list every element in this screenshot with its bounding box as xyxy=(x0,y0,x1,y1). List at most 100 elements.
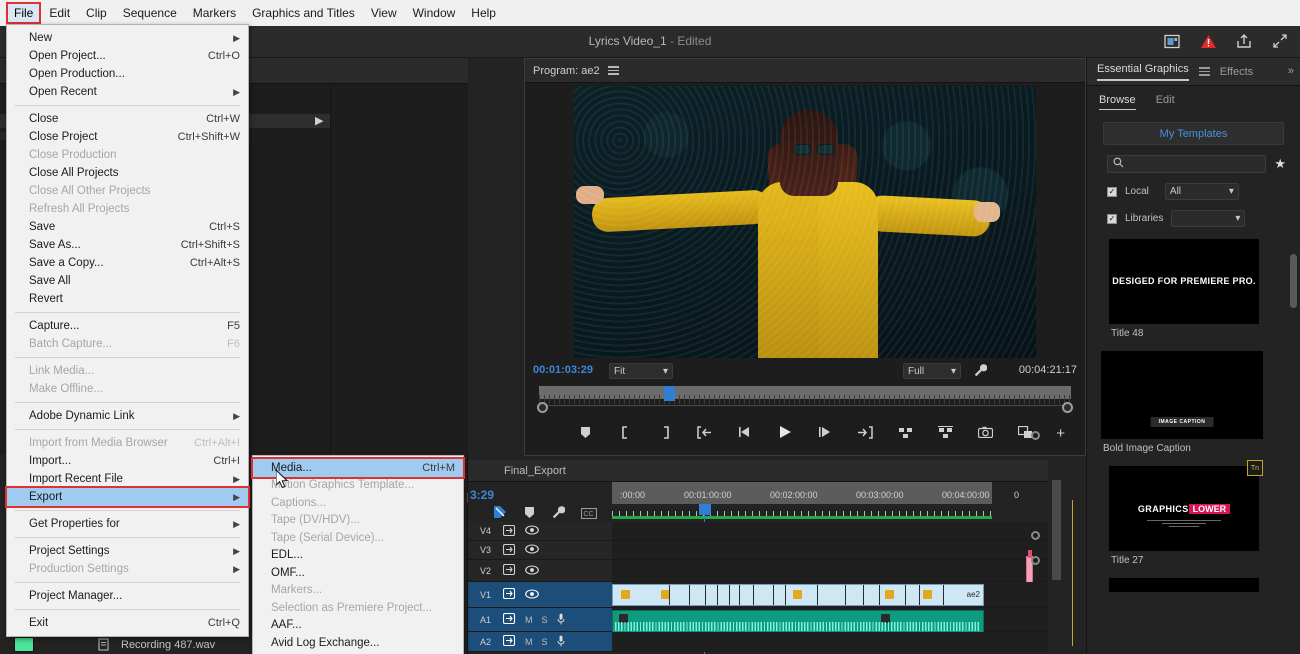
menu-item-clip[interactable]: Clip xyxy=(78,3,115,23)
track-head-v4[interactable]: V4 xyxy=(468,522,612,540)
program-monitor-frame[interactable] xyxy=(574,86,1036,358)
panel-menu-icon[interactable] xyxy=(607,66,619,75)
menu-item-edit[interactable]: Edit xyxy=(41,3,78,23)
tab-sequence-final-export[interactable]: Final_Export xyxy=(504,465,566,477)
duration-timecode[interactable]: 00:04:21:17 xyxy=(1019,364,1077,376)
step-back-icon[interactable] xyxy=(736,423,754,441)
eye-icon[interactable] xyxy=(525,544,539,556)
track-lane-a1[interactable] xyxy=(612,608,1048,634)
resolution-dropdown[interactable]: Full ▾ xyxy=(903,363,961,379)
template-thumbnail[interactable]: DESIGED FOR PREMIERE PRO. xyxy=(1109,239,1259,324)
track-lane-v2[interactable] xyxy=(612,550,1048,586)
star-icon[interactable]: ★ xyxy=(1274,156,1286,172)
targeting-icon[interactable] xyxy=(502,612,516,626)
media-browser-icon[interactable] xyxy=(1162,31,1182,51)
step-forward-icon[interactable] xyxy=(816,423,834,441)
menu-item-markers[interactable]: Markers xyxy=(185,3,244,23)
track-head-a1[interactable]: A1 M S xyxy=(468,608,612,631)
local-filter-select[interactable]: All ▾ xyxy=(1164,183,1239,200)
template-item[interactable]: GRAPHICS LOWER Tn Title 27 xyxy=(1109,460,1278,566)
file-menu-item-close-project[interactable]: Close Project Ctrl+Shift+W xyxy=(7,128,248,146)
mic-icon[interactable] xyxy=(557,635,565,649)
file-menu-item-close-all-projects[interactable]: Close All Projects xyxy=(7,164,248,182)
export-submenu-item-edl[interactable]: EDL... xyxy=(253,547,463,565)
template-item[interactable]: DESIGED FOR PREMIERE PRO. Title 48 xyxy=(1109,239,1278,339)
mic-icon[interactable] xyxy=(557,613,565,627)
share-export-icon[interactable] xyxy=(1234,31,1254,51)
file-menu-item-capture[interactable]: Capture... F5 xyxy=(7,317,248,335)
row-expand-arrow-icon[interactable]: ▶ xyxy=(315,114,323,127)
track-resize-handle[interactable] xyxy=(1031,431,1040,440)
subtab-edit[interactable]: Edit xyxy=(1156,94,1175,110)
file-menu-item-revert[interactable]: Revert xyxy=(7,290,248,308)
file-menu-item-project-settings[interactable]: Project Settings ▶ xyxy=(7,542,248,560)
lift-icon[interactable] xyxy=(896,423,914,441)
button-editor-icon[interactable]: + xyxy=(1056,425,1065,442)
scrubber-handle-left[interactable] xyxy=(537,402,548,413)
template-thumbnail[interactable]: GRAPHICS LOWER Tn xyxy=(1109,460,1263,551)
menu-item-help[interactable]: Help xyxy=(463,3,504,23)
eye-icon[interactable] xyxy=(525,564,539,577)
track-resize-handle[interactable] xyxy=(1031,531,1040,540)
timeline-playhead-timecode[interactable]: 3:29 xyxy=(470,488,494,502)
template-item[interactable] xyxy=(1109,578,1278,592)
mark-in-icon[interactable] xyxy=(616,423,634,441)
file-menu-item-close[interactable]: Close Ctrl+W xyxy=(7,110,248,128)
template-item[interactable]: IMAGE CAPTION Bold Image Caption xyxy=(1101,351,1278,454)
playhead-timecode[interactable]: 00:01:03:29 xyxy=(533,364,593,376)
track-lane-a2[interactable] xyxy=(612,632,1048,651)
menu-item-graphics-and-titles[interactable]: Graphics and Titles xyxy=(244,3,363,23)
audio-clip[interactable] xyxy=(612,610,984,634)
eye-icon[interactable] xyxy=(525,525,539,537)
go-to-out-icon[interactable] xyxy=(856,423,874,441)
local-checkbox[interactable]: ✓ xyxy=(1107,186,1117,197)
targeting-icon[interactable] xyxy=(502,543,516,557)
track-lane-v1[interactable]: ae2 xyxy=(612,582,1048,607)
my-templates-button[interactable]: My Templates xyxy=(1103,122,1284,145)
file-menu-item-open-recent[interactable]: Open Recent ▶ xyxy=(7,83,248,101)
menu-item-window[interactable]: Window xyxy=(405,3,464,23)
template-thumbnail[interactable]: IMAGE CAPTION xyxy=(1101,351,1263,439)
targeting-icon[interactable] xyxy=(502,587,516,601)
menu-item-view[interactable]: View xyxy=(363,3,405,23)
menu-item-file[interactable]: File xyxy=(5,2,42,24)
mute-button[interactable]: M xyxy=(525,615,533,625)
file-menu-item-adobe-dynamic-link[interactable]: Adobe Dynamic Link ▶ xyxy=(7,407,248,425)
track-lane-v4[interactable] xyxy=(612,522,1048,540)
file-menu-item-save-as[interactable]: Save As... Ctrl+Shift+S xyxy=(7,236,248,254)
scrubber-playhead[interactable] xyxy=(664,386,675,401)
track-head-v2[interactable]: V2 xyxy=(468,560,612,581)
targeting-icon[interactable] xyxy=(502,524,516,538)
wrench-icon[interactable] xyxy=(973,363,988,382)
eye-icon[interactable] xyxy=(525,588,539,601)
track-head-a2[interactable]: A2 M S xyxy=(468,632,612,651)
libraries-checkbox[interactable]: ✓ xyxy=(1107,213,1117,224)
marker-icon[interactable] xyxy=(524,506,535,524)
mark-out-icon[interactable] xyxy=(656,423,674,441)
add-marker-icon[interactable] xyxy=(576,423,594,441)
tab-essential-graphics[interactable]: Essential Graphics xyxy=(1097,63,1189,81)
search-input-field[interactable] xyxy=(1128,158,1266,170)
captions-icon[interactable]: CC xyxy=(580,506,598,524)
export-submenu-item-aaf[interactable]: AAF... xyxy=(253,617,463,635)
file-menu-item-save-a-copy[interactable]: Save a Copy... Ctrl+Alt+S xyxy=(7,254,248,272)
file-menu-item-project-manager[interactable]: Project Manager... xyxy=(7,587,248,605)
file-menu-item-save-all[interactable]: Save All xyxy=(7,272,248,290)
warning-icon[interactable] xyxy=(1198,31,1218,51)
panel-menu-icon[interactable] xyxy=(1198,67,1210,76)
tab-effects[interactable]: Effects xyxy=(1220,66,1253,78)
extract-icon[interactable] xyxy=(936,423,954,441)
fullscreen-icon[interactable] xyxy=(1270,31,1290,51)
track-head-v3[interactable]: V3 xyxy=(468,541,612,559)
scrubber-handle-right[interactable] xyxy=(1062,402,1073,413)
timeline-vertical-scrollbar[interactable] xyxy=(1052,480,1061,580)
play-icon[interactable] xyxy=(776,423,794,441)
export-submenu-item-avid-log-exchange[interactable]: Avid Log Exchange... xyxy=(253,634,463,652)
file-menu-item-exit[interactable]: Exit Ctrl+Q xyxy=(7,614,248,632)
track-lane-v3[interactable] xyxy=(612,541,1048,559)
subtab-browse[interactable]: Browse xyxy=(1099,94,1136,110)
go-to-in-icon[interactable] xyxy=(696,423,714,441)
solo-button[interactable]: S xyxy=(542,637,548,647)
file-menu-item-get-properties-for[interactable]: Get Properties for ▶ xyxy=(7,515,248,533)
template-scrollbar[interactable] xyxy=(1290,254,1297,308)
